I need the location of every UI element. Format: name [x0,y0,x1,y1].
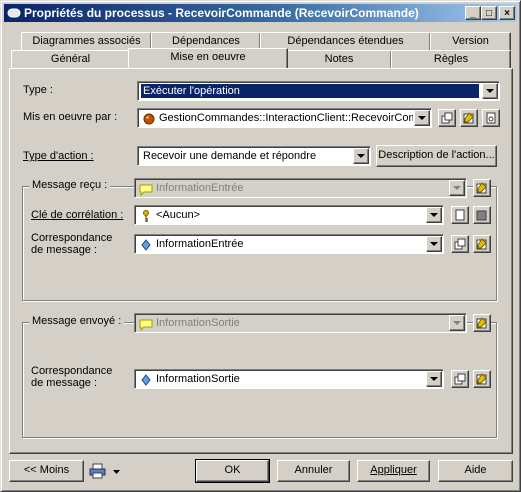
create-icon [486,112,496,124]
tab-mise-en-oeuvre[interactable]: Mise en oeuvre [128,48,288,68]
correlation-value: <Aucun> [156,209,201,221]
sent-message-select: InformationSortie [134,313,467,333]
chevron-down-icon[interactable] [426,207,442,223]
correlation-label-text: Clé de corrélation : [31,209,124,221]
tab-label: Dépendances étendues [287,35,404,47]
print-menu-button[interactable] [89,460,125,482]
ellipsis-button[interactable] [438,109,456,127]
correlation-select[interactable]: <Aucun> [134,205,444,225]
ellipsis-icon [454,373,466,385]
properties-icon [476,210,487,221]
maximize-icon: □ [485,7,493,19]
action-type-select[interactable]: Recevoir une demande et répondre [137,146,371,166]
cancel-button-label: Annuler [294,464,333,476]
sent-mapping-properties-button[interactable] [473,370,491,388]
chevron-down-icon [449,180,465,196]
properties-icon [476,317,487,329]
tab-regles[interactable]: Règles [391,50,511,68]
ellipsis-icon [454,238,466,250]
tab-label: Version [452,35,489,47]
ok-button[interactable]: OK [195,459,270,483]
tab-notes[interactable]: Notes [286,50,392,68]
title-bar[interactable]: Propriétés du processus - RecevoirComman… [4,4,517,22]
properties-icon [476,238,487,250]
help-button[interactable]: Aide [438,460,513,482]
tab-label: Notes [324,53,354,65]
tab-label: Dépendances [172,35,240,47]
properties-icon [476,182,487,194]
chevron-down-icon[interactable] [426,236,442,252]
apply-button[interactable]: Appliquer [357,460,430,482]
type-value: Exécuter l'opération [141,84,479,98]
tab-label: Général [50,53,91,65]
implemented-by-label: Mis en oeuvre par : [23,111,118,123]
apply-button-label: Appliquer [370,464,417,476]
close-button[interactable]: × [499,6,515,20]
received-message-select: InformationEntrée [134,178,467,198]
less-button[interactable]: << Moins [9,460,84,482]
received-mapping-select[interactable]: InformationEntrée [134,234,444,254]
sent-mapping-select[interactable]: InformationSortie [134,369,444,389]
received-mapping-ellipsis-button[interactable] [451,235,469,253]
received-mapping-label-line1: Correspondance [31,232,113,244]
chevron-down-icon[interactable] [353,148,369,164]
window-title: Propriétés du processus - RecevoirComman… [24,6,419,20]
received-message-label: Message reçu : [29,179,111,191]
action-description-label: Description de l'action... [378,149,495,161]
create-button[interactable] [482,109,500,127]
tab-label: Diagrammes associés [32,35,141,47]
help-button-label: Aide [464,464,487,476]
tab-label: Mise en oeuvre [170,51,246,63]
sent-message-value: InformationSortie [156,317,240,329]
chevron-down-icon [113,470,120,474]
received-message-properties-button[interactable] [473,179,491,197]
less-button-label: << Moins [23,464,70,476]
correlation-properties-button[interactable] [473,206,491,224]
dialog-window: Propriétés du processus - RecevoirComman… [0,0,521,492]
implemented-by-select[interactable]: GestionCommandes::InteractionClient::Rec… [137,108,432,128]
chevron-down-icon[interactable] [482,83,498,99]
sent-mapping-ellipsis-button[interactable] [451,370,469,388]
received-mapping-properties-button[interactable] [473,235,491,253]
sent-message-properties-button[interactable] [473,314,491,332]
printer-icon [89,463,106,479]
cancel-button[interactable]: Annuler [277,460,350,482]
correlation-label: Clé de corrélation : [31,209,123,221]
properties-icon [476,373,487,385]
received-mapping-value: InformationEntrée [156,238,244,250]
received-message-value: InformationEntrée [156,182,244,194]
sent-mapping-label-line2: de message : [31,377,98,389]
process-icon [7,8,21,18]
sent-mapping-value: InformationSortie [156,373,240,385]
sent-mapping-label-line1: Correspondance [31,365,113,377]
maximize-button[interactable]: □ [481,6,497,20]
tab-version[interactable]: Version [430,32,511,50]
chevron-down-icon[interactable] [414,110,430,126]
action-type-value: Recevoir une demande et répondre [143,150,317,162]
tab-general[interactable]: Général [11,50,130,68]
type-select[interactable]: Exécuter l'opération [137,81,500,101]
sent-message-label: Message envoyé : [29,315,125,327]
minimize-icon: _ [470,7,476,19]
tab-label: Règles [433,53,469,65]
chevron-down-icon[interactable] [426,371,442,387]
properties-icon [463,112,474,124]
chevron-down-icon [449,315,465,331]
properties-button[interactable] [460,109,478,127]
minimize-button[interactable]: _ [465,6,481,20]
action-description-button[interactable]: Description de l'action... [376,145,497,167]
ellipsis-icon [441,112,453,124]
correlation-create-button[interactable] [451,206,469,224]
close-icon: × [504,7,510,19]
ok-button-label: OK [224,464,241,476]
action-type-label: Type d'action : [23,150,94,162]
type-label: Type : [23,84,53,96]
implemented-by-value: GestionCommandes::InteractionClient::Rec… [159,112,413,124]
action-type-label-text: Type d'action : [23,150,94,162]
received-mapping-label-line2: de message : [31,244,98,256]
new-document-icon [455,209,465,221]
